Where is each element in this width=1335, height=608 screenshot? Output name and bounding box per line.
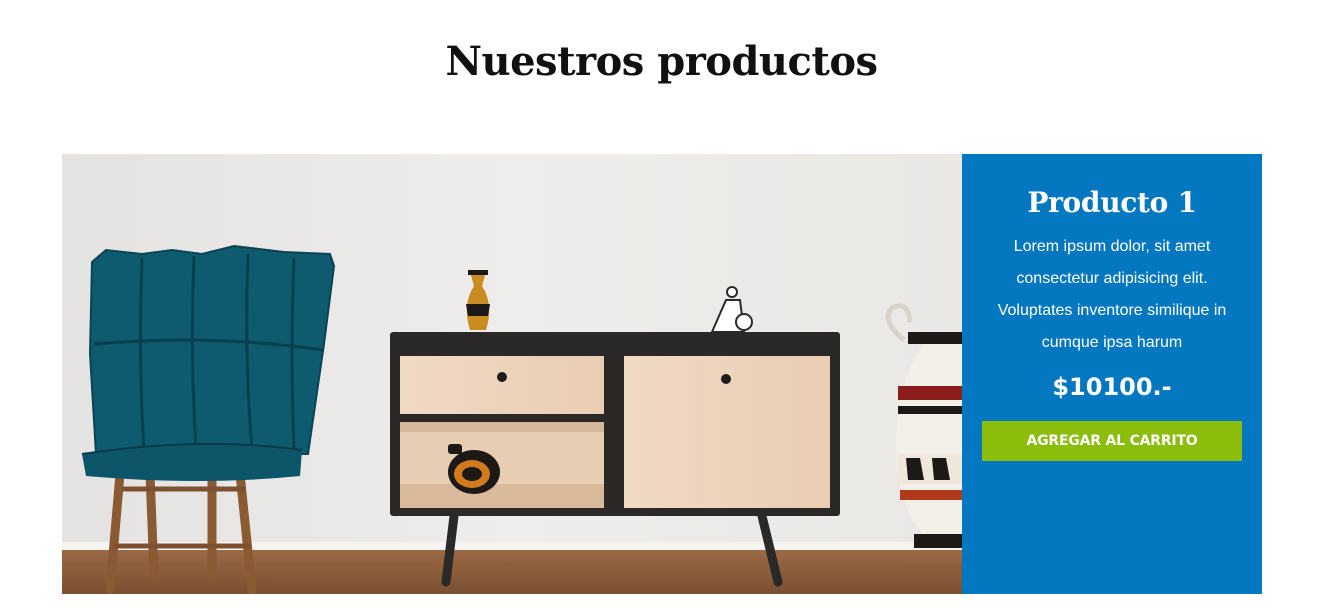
product-card: Producto 1 Lorem ipsum dolor, sit amet c…: [62, 154, 1262, 594]
product-image[interactable]: [62, 154, 962, 594]
product-name: Producto 1: [1027, 186, 1197, 219]
product-price: $10100.-: [1052, 373, 1172, 401]
section-title: Nuestros productos: [445, 38, 878, 85]
products-page: Nuestros productos Producto 1 Lorem ipsu…: [0, 0, 1335, 608]
product-info-panel: Producto 1 Lorem ipsum dolor, sit amet c…: [962, 154, 1262, 594]
add-to-cart-button[interactable]: AGREGAR AL CARRITO: [982, 421, 1242, 461]
product-description: Lorem ipsum dolor, sit amet consectetur …: [997, 238, 1227, 351]
